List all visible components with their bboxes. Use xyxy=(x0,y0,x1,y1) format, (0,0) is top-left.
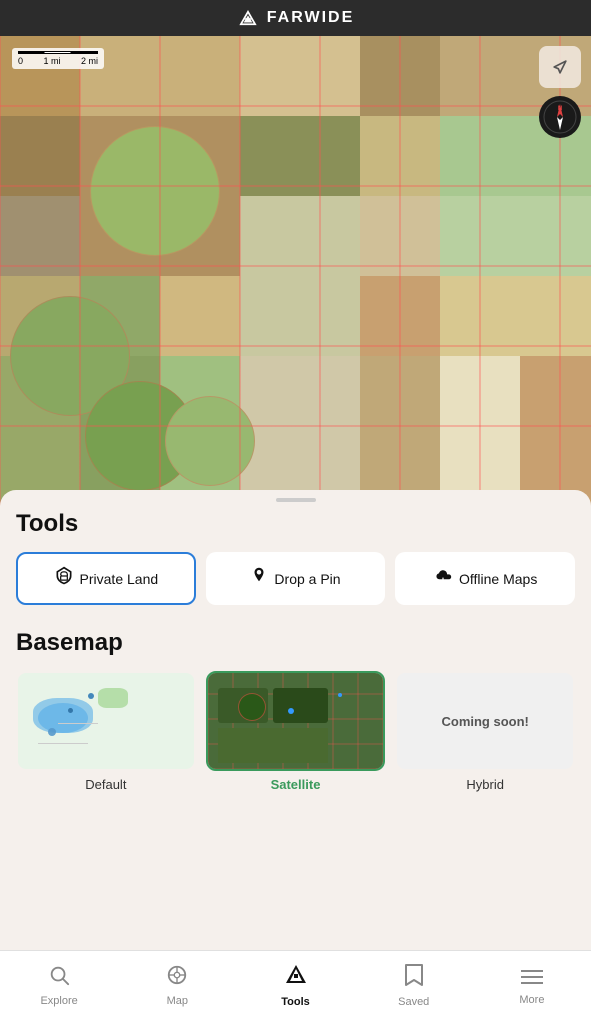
location-arrow-icon xyxy=(550,57,570,77)
basemap-default[interactable]: Default xyxy=(16,671,196,792)
map-icon xyxy=(166,964,188,992)
drop-pin-icon xyxy=(250,566,268,591)
basemap-hybrid-preview: Coming soon! xyxy=(397,673,573,769)
nav-explore-label: Explore xyxy=(40,995,77,1007)
private-land-button[interactable]: Private Land xyxy=(16,552,196,605)
nav-saved-label: Saved xyxy=(398,996,429,1008)
app-title: FARWIDE xyxy=(267,9,354,27)
bottom-sheet: Tools Private Land xyxy=(0,490,591,950)
saved-icon xyxy=(404,963,424,993)
scale-label-end: 2 mi xyxy=(81,56,98,66)
nav-saved[interactable]: Saved xyxy=(355,951,473,1024)
basemap-hybrid[interactable]: Coming soon! Hybrid xyxy=(395,671,575,792)
marker-dot xyxy=(88,693,94,699)
sat-marker xyxy=(338,693,342,697)
sat-marker xyxy=(288,708,294,714)
bottom-navigation: Explore Map Tools xyxy=(0,950,591,1024)
basemap-default-preview xyxy=(18,673,194,769)
scale-label-mid: 1 mi xyxy=(43,56,60,66)
app-header: FARWIDE xyxy=(0,0,591,36)
basemap-satellite-preview xyxy=(208,673,384,769)
basemap-default-label: Default xyxy=(85,777,126,792)
svg-text:N: N xyxy=(558,106,562,112)
coming-soon-text: Coming soon! xyxy=(441,714,528,729)
more-icon xyxy=(521,965,543,991)
nav-tools-label: Tools xyxy=(281,996,310,1008)
sat-field xyxy=(218,728,328,763)
offline-maps-button[interactable]: Offline Maps xyxy=(395,552,575,605)
basemap-section: Basemap Default xyxy=(16,629,575,792)
compass-rose: N xyxy=(539,96,581,138)
water-shape xyxy=(33,698,93,733)
nav-more-label: More xyxy=(519,994,544,1006)
private-land-label: Private Land xyxy=(80,571,159,587)
tools-title: Tools xyxy=(16,510,575,538)
drop-pin-label: Drop a Pin xyxy=(274,571,340,587)
nav-map-label: Map xyxy=(167,995,188,1007)
sat-circle-field xyxy=(238,693,266,721)
scale-label-start: 0 xyxy=(18,56,23,66)
marker-dot xyxy=(68,708,73,713)
location-button[interactable] xyxy=(539,46,581,88)
explore-icon xyxy=(48,964,70,992)
scale-bar: 0 1 mi 2 mi xyxy=(12,48,104,69)
nav-map[interactable]: Map xyxy=(118,951,236,1024)
tools-row: Private Land Drop a Pin xyxy=(16,552,575,605)
compass-icon: N xyxy=(543,100,577,134)
nav-more[interactable]: More xyxy=(473,951,591,1024)
basemap-satellite-thumb xyxy=(206,671,386,771)
tools-icon xyxy=(284,963,308,993)
drag-handle[interactable] xyxy=(276,498,316,502)
nav-explore[interactable]: Explore xyxy=(0,951,118,1024)
nav-tools[interactable]: Tools xyxy=(236,951,354,1024)
offline-maps-label: Offline Maps xyxy=(459,571,537,587)
basemap-title: Basemap xyxy=(16,629,575,657)
basemap-satellite-label: Satellite xyxy=(271,777,321,792)
basemap-row: Default Satellite xyxy=(16,671,575,792)
basemap-default-thumb xyxy=(16,671,196,771)
land-boundary-overlay xyxy=(0,36,591,506)
land-shape xyxy=(98,688,128,708)
satellite-map[interactable]: 0 1 mi 2 mi N xyxy=(0,36,591,506)
road-line xyxy=(58,723,98,724)
basemap-satellite[interactable]: Satellite xyxy=(206,671,386,792)
marker-dot xyxy=(48,728,56,736)
farwide-logo-icon xyxy=(237,10,259,26)
basemap-hybrid-label: Hybrid xyxy=(466,777,504,792)
offline-maps-icon xyxy=(433,567,453,590)
logo-container: FARWIDE xyxy=(237,9,354,27)
road-line xyxy=(38,743,88,744)
drop-pin-button[interactable]: Drop a Pin xyxy=(206,552,386,605)
private-land-icon xyxy=(54,566,74,591)
sat-field xyxy=(273,688,328,723)
tools-section: Tools Private Land xyxy=(16,510,575,605)
map-view[interactable]: 0 1 mi 2 mi N xyxy=(0,36,591,506)
basemap-hybrid-thumb: Coming soon! xyxy=(395,671,575,771)
